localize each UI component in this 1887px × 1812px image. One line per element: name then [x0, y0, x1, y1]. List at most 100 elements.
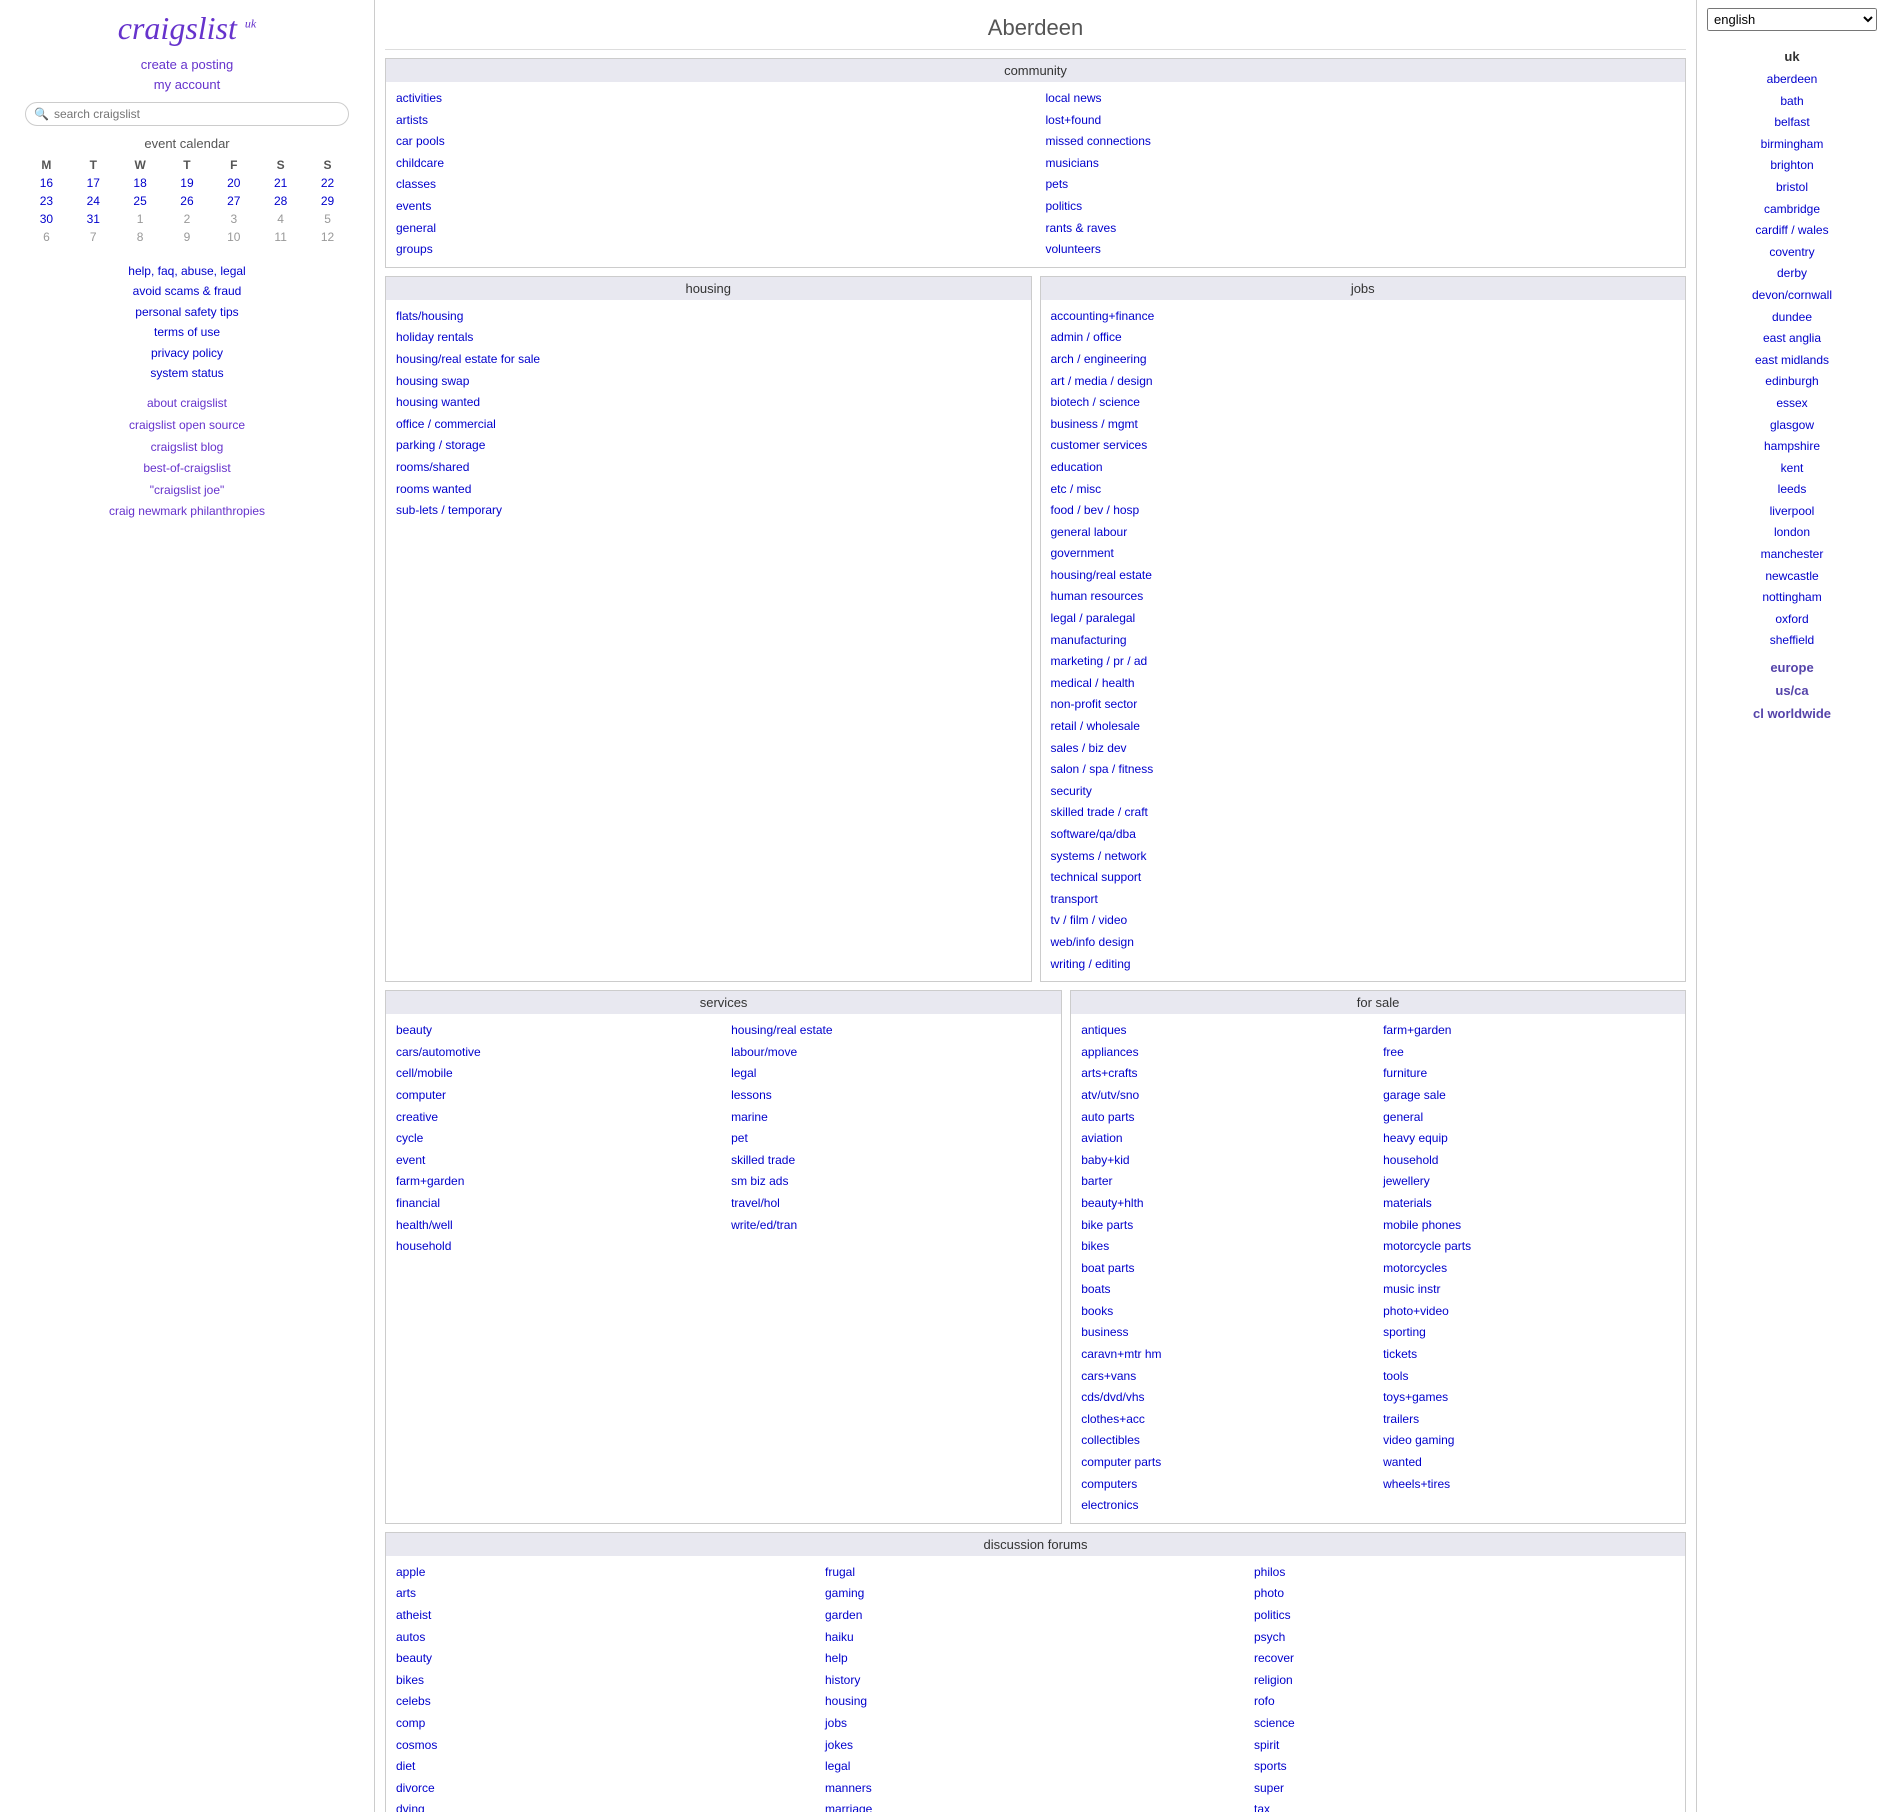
list-item[interactable]: human resources — [1051, 586, 1676, 608]
list-item[interactable]: barter — [1081, 1171, 1373, 1193]
uk-city-link[interactable]: brighton — [1707, 155, 1877, 177]
list-item[interactable]: general — [396, 218, 1026, 240]
uk-city-link[interactable]: hampshire — [1707, 436, 1877, 458]
list-item[interactable]: housing — [825, 1691, 1246, 1713]
calendar-day[interactable]: 28 — [257, 192, 304, 210]
uk-city-link[interactable]: newcastle — [1707, 566, 1877, 588]
list-item[interactable]: baby+kid — [1081, 1150, 1373, 1172]
list-item[interactable]: diet — [396, 1756, 817, 1778]
list-item[interactable]: dying — [396, 1799, 817, 1812]
list-item[interactable]: medical / health — [1051, 673, 1676, 695]
list-item[interactable]: manners — [825, 1778, 1246, 1800]
list-item[interactable]: office / commercial — [396, 414, 1021, 436]
list-item[interactable]: local news — [1046, 88, 1676, 110]
calendar-day[interactable]: 17 — [70, 174, 117, 192]
list-item[interactable]: politics — [1046, 196, 1676, 218]
calendar-day[interactable]: 19 — [164, 174, 211, 192]
list-item[interactable]: frugal — [825, 1562, 1246, 1584]
list-item[interactable]: garage sale — [1383, 1085, 1675, 1107]
list-item[interactable]: write/ed/tran — [731, 1215, 1051, 1237]
calendar-day[interactable]: 6 — [23, 228, 70, 246]
list-item[interactable]: aviation — [1081, 1128, 1373, 1150]
list-item[interactable]: mobile phones — [1383, 1215, 1675, 1237]
list-item[interactable]: boat parts — [1081, 1258, 1373, 1280]
list-item[interactable]: housing/real estate for sale — [396, 349, 1021, 371]
sidebar-about-link[interactable]: craig newmark philanthropies — [23, 501, 351, 523]
list-item[interactable]: collectibles — [1081, 1430, 1373, 1452]
list-item[interactable]: divorce — [396, 1778, 817, 1800]
list-item[interactable]: salon / spa / fitness — [1051, 759, 1676, 781]
list-item[interactable]: computer — [396, 1085, 716, 1107]
calendar-day[interactable]: 30 — [23, 210, 70, 228]
uk-city-link[interactable]: cambridge — [1707, 199, 1877, 221]
uk-city-link[interactable]: sheffield — [1707, 630, 1877, 652]
list-item[interactable]: tools — [1383, 1366, 1675, 1388]
list-item[interactable]: missed connections — [1046, 131, 1676, 153]
list-item[interactable]: parking / storage — [396, 435, 1021, 457]
uk-city-link[interactable]: essex — [1707, 393, 1877, 415]
list-item[interactable]: jobs — [825, 1713, 1246, 1735]
uk-city-link[interactable]: cardiff / wales — [1707, 220, 1877, 242]
list-item[interactable]: legal / paralegal — [1051, 608, 1676, 630]
list-item[interactable]: sales / biz dev — [1051, 738, 1676, 760]
list-item[interactable]: comp — [396, 1713, 817, 1735]
list-item[interactable]: furniture — [1383, 1063, 1675, 1085]
list-item[interactable]: gaming — [825, 1583, 1246, 1605]
list-item[interactable]: household — [1383, 1150, 1675, 1172]
language-select[interactable]: englishespañolfrançaisdeutschitalianopor… — [1707, 8, 1877, 31]
search-input[interactable] — [54, 107, 340, 121]
list-item[interactable]: general labour — [1051, 522, 1676, 544]
uk-city-link[interactable]: london — [1707, 522, 1877, 544]
uk-city-link[interactable]: glasgow — [1707, 415, 1877, 437]
usca-header[interactable]: us/ca — [1707, 683, 1877, 698]
list-item[interactable]: business / mgmt — [1051, 414, 1676, 436]
list-item[interactable]: pets — [1046, 174, 1676, 196]
list-item[interactable]: bikes — [396, 1670, 817, 1692]
list-item[interactable]: creative — [396, 1107, 716, 1129]
list-item[interactable]: general — [1383, 1107, 1675, 1129]
list-item[interactable]: writing / editing — [1051, 954, 1676, 976]
sidebar-link[interactable]: help, faq, abuse, legal — [23, 261, 351, 281]
list-item[interactable]: philos — [1254, 1562, 1675, 1584]
list-item[interactable]: housing wanted — [396, 392, 1021, 414]
list-item[interactable]: volunteers — [1046, 239, 1676, 261]
list-item[interactable]: groups — [396, 239, 1026, 261]
list-item[interactable]: rooms wanted — [396, 479, 1021, 501]
list-item[interactable]: jokes — [825, 1735, 1246, 1757]
calendar-day[interactable]: 20 — [210, 174, 257, 192]
list-item[interactable]: holiday rentals — [396, 327, 1021, 349]
uk-city-link[interactable]: edinburgh — [1707, 371, 1877, 393]
list-item[interactable]: cars/automotive — [396, 1042, 716, 1064]
list-item[interactable]: musicians — [1046, 153, 1676, 175]
list-item[interactable]: technical support — [1051, 867, 1676, 889]
list-item[interactable]: non-profit sector — [1051, 694, 1676, 716]
sidebar-link[interactable]: personal safety tips — [23, 302, 351, 322]
uk-city-link[interactable]: nottingham — [1707, 587, 1877, 609]
list-item[interactable]: housing/real estate — [731, 1020, 1051, 1042]
list-item[interactable]: car pools — [396, 131, 1026, 153]
list-item[interactable]: tickets — [1383, 1344, 1675, 1366]
sidebar-link[interactable]: avoid scams & fraud — [23, 281, 351, 301]
calendar-day[interactable]: 3 — [210, 210, 257, 228]
search-box[interactable]: 🔍 — [25, 102, 349, 126]
list-item[interactable]: food / bev / hosp — [1051, 500, 1676, 522]
list-item[interactable]: trailers — [1383, 1409, 1675, 1431]
list-item[interactable]: tv / film / video — [1051, 910, 1676, 932]
list-item[interactable]: science — [1254, 1713, 1675, 1735]
list-item[interactable]: admin / office — [1051, 327, 1676, 349]
list-item[interactable]: clothes+acc — [1081, 1409, 1373, 1431]
list-item[interactable]: education — [1051, 457, 1676, 479]
sidebar-about-link[interactable]: best-of-craigslist — [23, 458, 351, 480]
uk-city-link[interactable]: bath — [1707, 91, 1877, 113]
list-item[interactable]: rants & raves — [1046, 218, 1676, 240]
list-item[interactable]: web/info design — [1051, 932, 1676, 954]
clworldwide-header[interactable]: cl worldwide — [1707, 706, 1877, 721]
sidebar-link[interactable]: privacy policy — [23, 343, 351, 363]
calendar-day[interactable]: 2 — [164, 210, 211, 228]
sidebar-about-link[interactable]: "craigslist joe" — [23, 480, 351, 502]
list-item[interactable]: cds/dvd/vhs — [1081, 1387, 1373, 1409]
list-item[interactable]: artists — [396, 110, 1026, 132]
list-item[interactable]: transport — [1051, 889, 1676, 911]
list-item[interactable]: tax — [1254, 1799, 1675, 1812]
create-posting-link[interactable]: create a posting — [15, 57, 359, 72]
